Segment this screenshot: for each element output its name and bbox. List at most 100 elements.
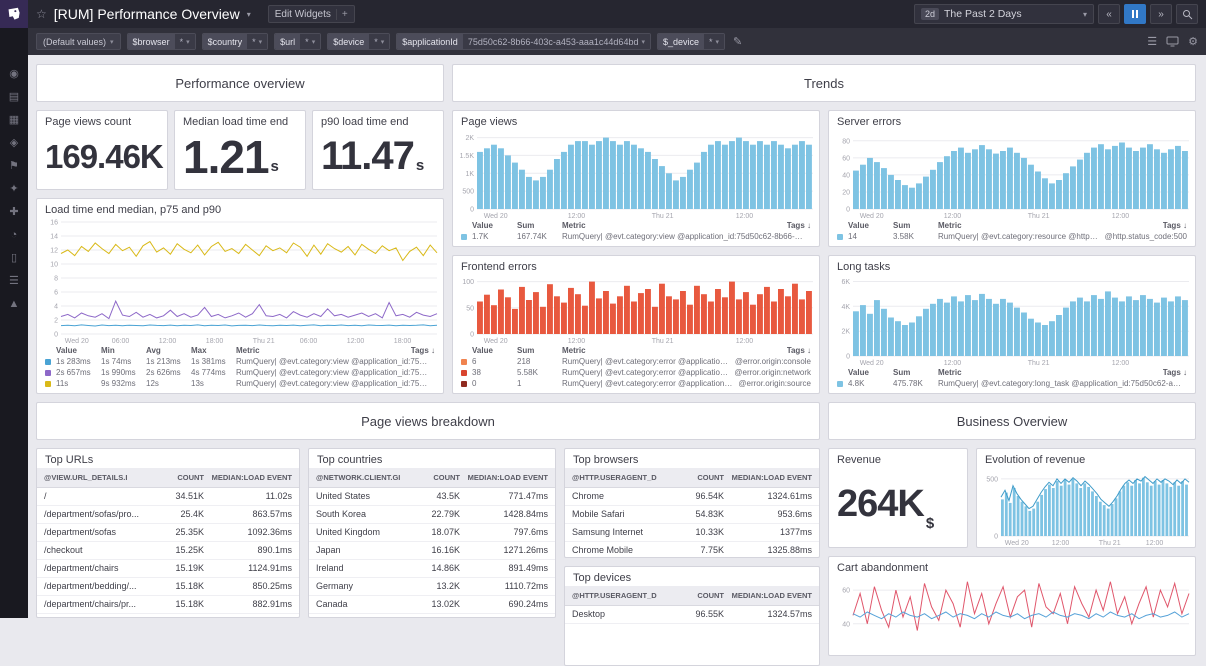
default-values-dropdown[interactable]: (Default values) ▾ <box>36 33 121 50</box>
revenue-evolution-chart[interactable]: 0500Wed 2012:00Thu 2112:00 <box>977 468 1195 547</box>
chart-canvas[interactable]: 0246810121416Wed 2006:0012:0018:00Thu 21… <box>37 218 443 345</box>
monitors-icon[interactable]: ⚑ <box>9 160 19 172</box>
legend-tags-header[interactable]: Tags ↓ <box>1163 220 1187 231</box>
widget-load-time[interactable]: Load time end median, p75 and p90 024681… <box>36 198 444 394</box>
column-header[interactable]: @HTTP.USERAGENT_D <box>572 590 678 601</box>
server-errors-chart[interactable]: 020406080Wed 2012:00Thu 2112:00 <box>829 130 1195 220</box>
table-row[interactable]: /department/chairs/pr...15.18K882.91ms <box>37 596 299 614</box>
widget-frontend-errors[interactable]: Frontend errors 050100Wed 2012:00Thu 211… <box>452 255 820 394</box>
legend-row[interactable]: 11s9s 932ms12s13sRumQuery| @evt.category… <box>45 378 435 389</box>
notebooks-icon[interactable]: ▯ <box>11 252 17 264</box>
dashboards-icon[interactable]: ▦ <box>9 114 19 126</box>
column-header[interactable]: COUNT <box>678 590 724 601</box>
add-widget-plus-icon[interactable]: + <box>336 9 348 20</box>
table-row[interactable]: /department/chairs15.19K1124.91ms <box>37 560 299 578</box>
column-header[interactable]: MEDIAN:LOAD EVENT <box>460 472 548 483</box>
column-header[interactable]: MEDIAN:LOAD EVENT <box>724 590 812 601</box>
variable-country[interactable]: $country *▾ <box>202 33 269 50</box>
column-header[interactable]: @NETWORK.CLIENT.GI <box>316 472 414 483</box>
table-row[interactable]: /34.51K11.02s <box>37 488 299 506</box>
metrics-icon[interactable]: ✦ <box>9 183 18 195</box>
time-skip-back-button[interactable]: « <box>1098 4 1120 24</box>
widget-p90-load-time[interactable]: p90 load time end 11.47s <box>312 110 444 190</box>
integrations-icon[interactable]: ✚ <box>9 206 18 218</box>
table-row[interactable]: South Korea22.79K1428.84ms <box>309 506 555 524</box>
table-row[interactable]: Canada13.02K690.24ms <box>309 596 555 614</box>
table-row[interactable]: /department/sofas/pro...25.4K863.57ms <box>37 506 299 524</box>
widget-server-errors[interactable]: Server errors 020406080Wed 2012:00Thu 21… <box>828 110 1196 247</box>
widget-long-tasks[interactable]: Long tasks 02K4K6KWed 2012:00Thu 2112:00… <box>828 255 1196 394</box>
table-header[interactable]: @HTTP.USERAGENT_DCOUNTMEDIAN:LOAD EVENT <box>565 468 819 488</box>
table-row[interactable]: Chrome Mobile7.75K1325.88ms <box>565 542 819 558</box>
widget-top-devices[interactable]: Top devices @HTTP.USERAGENT_DCOUNTMEDIAN… <box>564 566 820 666</box>
widget-top-countries[interactable]: Top countries @NETWORK.CLIENT.GICOUNTMED… <box>308 448 556 618</box>
edit-variables-pencil-icon[interactable]: ✎ <box>733 35 742 48</box>
widget-cart-abandonment[interactable]: Cart abandonment 4060 <box>828 556 1196 656</box>
security-icon[interactable]: ▲ <box>9 298 20 310</box>
table-row[interactable]: Ireland14.86K891.49ms <box>309 560 555 578</box>
shortcuts-menu-icon[interactable]: ☰ <box>1147 35 1157 48</box>
long-tasks-chart[interactable]: 02K4K6KWed 2012:00Thu 2112:00 <box>829 275 1195 367</box>
table-header[interactable]: @VIEW.URL_DETAILS.ICOUNTMEDIAN:LOAD EVEN… <box>37 468 299 488</box>
column-header[interactable]: @HTTP.USERAGENT_D <box>572 472 678 483</box>
legend-tags-header[interactable]: Tags ↓ <box>787 220 811 231</box>
table-row[interactable]: Samsung Internet10.33K1377ms <box>565 524 819 542</box>
legend-tags-header[interactable]: Tags ↓ <box>411 345 435 356</box>
legend-tags-header[interactable]: Tags ↓ <box>787 345 811 356</box>
favorite-star-icon[interactable]: ☆ <box>36 7 47 21</box>
events-icon[interactable]: ▤ <box>9 91 19 103</box>
table-row[interactable]: Desktop96.55K1324.57ms <box>565 606 819 624</box>
tv-mode-icon[interactable] <box>1166 36 1179 47</box>
column-header[interactable]: COUNT <box>678 472 724 483</box>
table-header[interactable]: @HTTP.USERAGENT_DCOUNTMEDIAN:LOAD EVENT <box>565 586 819 606</box>
table-row[interactable]: /department/sofas25.35K1092.36ms <box>37 524 299 542</box>
variable-browser[interactable]: $browser *▾ <box>127 33 196 50</box>
widget-revenue[interactable]: Revenue 264K$ <box>828 448 968 548</box>
legend-row[interactable]: 143.58KRumQuery| @evt.category:resource … <box>837 231 1187 242</box>
column-header[interactable]: COUNT <box>414 472 460 483</box>
legend-row[interactable]: 2s 657ms1s 990ms2s 626ms4s 774msRumQuery… <box>45 367 435 378</box>
frontend-errors-chart[interactable]: 050100Wed 2012:00Thu 2112:00 <box>453 275 819 345</box>
legend-row[interactable]: 1.7K167.74KRumQuery| @evt.category:view … <box>461 231 811 242</box>
chart-canvas[interactable]: 020406080Wed 2012:00Thu 2112:00 <box>829 130 1195 220</box>
chart-canvas[interactable]: 4060 <box>829 576 1195 655</box>
load-time-chart[interactable]: 0246810121416Wed 2006:0012:0018:00Thu 21… <box>37 218 443 345</box>
table-row[interactable]: /department/bedding/...15.18K850.25ms <box>37 578 299 596</box>
widget-top-browsers[interactable]: Top browsers @HTTP.USERAGENT_DCOUNTMEDIA… <box>564 448 820 558</box>
legend-row[interactable]: 6218RumQuery| @evt.category:error @appli… <box>461 356 811 367</box>
page-views-chart[interactable]: 05001K1.5K2KWed 2012:00Thu 2112:00 <box>453 130 819 220</box>
widget-revenue-evolution[interactable]: Evolution of revenue 0500Wed 2012:00Thu … <box>976 448 1196 548</box>
table-row[interactable]: United States43.5K771.47ms <box>309 488 555 506</box>
widget-top-urls[interactable]: Top URLs @VIEW.URL_DETAILS.ICOUNTMEDIAN:… <box>36 448 300 618</box>
table-row[interactable]: /checkout15.25K890.1ms <box>37 542 299 560</box>
table-row[interactable]: Singapore11.77K1434.1ms <box>309 614 555 618</box>
column-header[interactable]: MEDIAN:LOAD EVENT <box>724 472 812 483</box>
infrastructure-icon[interactable]: ◈ <box>10 137 18 149</box>
chart-canvas[interactable]: 02K4K6KWed 2012:00Thu 2112:00 <box>829 275 1195 367</box>
column-header[interactable]: COUNT <box>158 472 204 483</box>
widget-page-views[interactable]: Page views 05001K1.5K2KWed 2012:00Thu 21… <box>452 110 820 247</box>
widget-page-views-count[interactable]: Page views count 169.46K <box>36 110 168 190</box>
variable-underscore-device[interactable]: $_device *▾ <box>657 33 725 50</box>
chart-canvas[interactable]: 0500Wed 2012:00Thu 2112:00 <box>977 468 1195 547</box>
table-row[interactable]: United Kingdom18.07K797.6ms <box>309 524 555 542</box>
time-skip-forward-button[interactable]: » <box>1150 4 1172 24</box>
logs-icon[interactable]: ☰ <box>9 275 19 287</box>
legend-row[interactable]: 01RumQuery| @evt.category:error @applica… <box>461 378 811 389</box>
datadog-logo[interactable] <box>0 0 28 28</box>
column-header[interactable]: @VIEW.URL_DETAILS.I <box>44 472 158 483</box>
variable-application-id[interactable]: $applicationId 75d50c62-8b66-403c-a453-a… <box>396 33 651 50</box>
legend-tags-header[interactable]: Tags ↓ <box>1163 367 1187 378</box>
chart-canvas[interactable]: 05001K1.5K2KWed 2012:00Thu 2112:00 <box>453 130 819 220</box>
table-row[interactable]: Germany13.2K1110.72ms <box>309 578 555 596</box>
column-header[interactable]: MEDIAN:LOAD EVENT <box>204 472 292 483</box>
settings-gear-icon[interactable]: ⚙ <box>1188 35 1198 48</box>
widget-median-load-time[interactable]: Median load time end 1.21s <box>174 110 306 190</box>
table-header[interactable]: @NETWORK.CLIENT.GICOUNTMEDIAN:LOAD EVENT <box>309 468 555 488</box>
watchdog-icon[interactable]: ◉ <box>9 68 19 80</box>
table-row[interactable]: Japan16.16K1271.26ms <box>309 542 555 560</box>
zoom-search-button[interactable] <box>1176 4 1198 24</box>
table-row[interactable]: Mobile Safari54.83K953.6ms <box>565 506 819 524</box>
table-row[interactable]: /department/bedding15.17K982.68ms <box>37 614 299 618</box>
time-range-picker[interactable]: 2d The Past 2 Days ▾ <box>914 4 1094 24</box>
